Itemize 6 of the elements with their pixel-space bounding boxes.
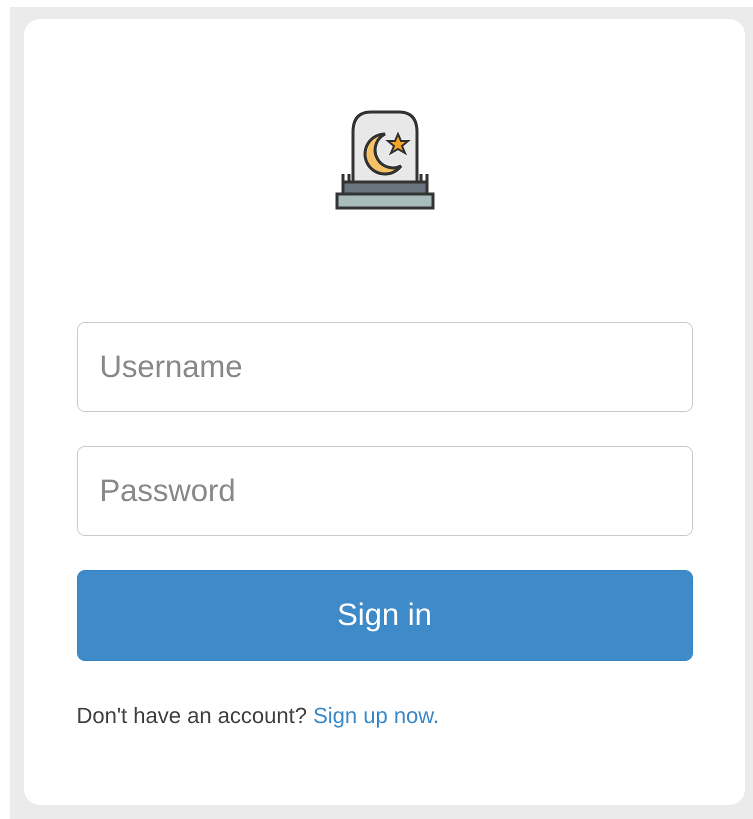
- tombstone-icon: [334, 110, 434, 210]
- sign-up-link[interactable]: Sign up now.: [313, 703, 440, 728]
- password-field[interactable]: Password: [76, 446, 692, 536]
- sign-in-button[interactable]: Sign in: [76, 570, 692, 661]
- sign-up-prompt: Don't have an account? Sign up now.: [76, 702, 440, 730]
- username-field[interactable]: Username: [76, 322, 692, 412]
